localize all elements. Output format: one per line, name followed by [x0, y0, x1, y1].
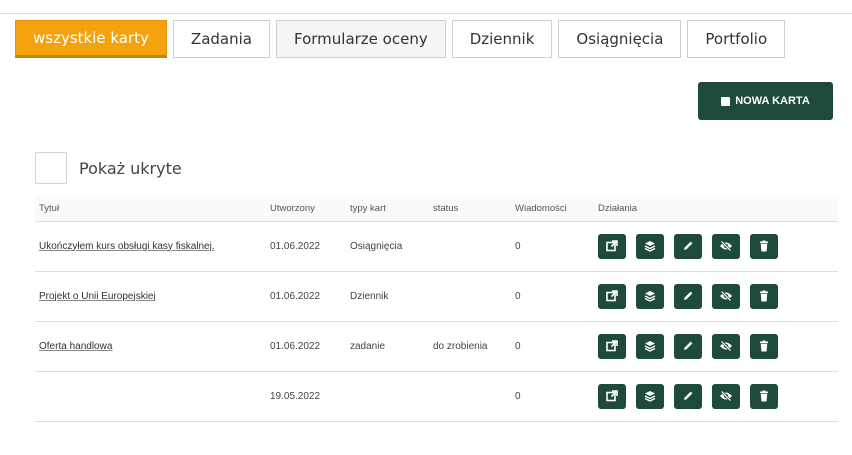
cell-actions: [598, 271, 838, 322]
cell-title: [35, 371, 270, 422]
edit-button[interactable]: [674, 383, 702, 409]
pencil-icon: [682, 340, 694, 352]
layers-icon: [644, 240, 656, 252]
hide-button[interactable]: [712, 233, 740, 259]
pencil-icon: [682, 240, 694, 252]
new-card-button[interactable]: NOWA KARTA: [698, 82, 833, 120]
layers-icon: [644, 340, 656, 352]
cell-actions: [598, 371, 838, 422]
delete-button[interactable]: [750, 383, 778, 409]
cell-created: 01.06.2022: [270, 221, 350, 272]
hide-button[interactable]: [712, 333, 740, 359]
edit-button[interactable]: [674, 283, 702, 309]
cell-title: Projekt o Unii Europejskiej: [35, 271, 270, 322]
trash-icon: [758, 290, 770, 302]
cell-status: do zrobienia: [433, 321, 515, 372]
row-actions: [598, 333, 838, 359]
cell-card-type: Dziennik: [350, 271, 433, 322]
trash-icon: [758, 390, 770, 402]
trash-icon: [758, 340, 770, 352]
cell-title: Oferta handlowa: [35, 321, 270, 372]
card-title-link[interactable]: Oferta handlowa: [39, 341, 112, 352]
eye-slash-icon: [719, 390, 733, 402]
cell-actions: [598, 321, 838, 372]
open-external-icon: [606, 290, 618, 302]
tab-tasks[interactable]: Zadania: [172, 20, 270, 58]
row-actions: [598, 383, 838, 409]
cards-table: Tytuł Utworzony typy kart status Wiadomo…: [35, 197, 838, 422]
copy-button[interactable]: [636, 383, 664, 409]
tab-portfolio[interactable]: Portfolio: [687, 20, 786, 58]
table-row: Projekt o Unii Europejskiej 01.06.2022 Dzi…: [35, 271, 838, 322]
open-button[interactable]: [598, 333, 626, 359]
cell-created: 19.05.2022: [270, 371, 350, 422]
delete-button[interactable]: [750, 283, 778, 309]
card-title-link[interactable]: Ukończyłem kurs obsługi kasy fiskalnej.: [39, 241, 215, 252]
header-card-types[interactable]: typy kart: [350, 197, 433, 222]
cell-status: [433, 221, 515, 272]
cell-status: [433, 371, 515, 422]
pencil-icon: [682, 390, 694, 402]
row-actions: [598, 233, 838, 259]
cell-created: 01.06.2022: [270, 321, 350, 372]
delete-button[interactable]: [750, 333, 778, 359]
trash-icon: [758, 240, 770, 252]
cell-messages: 0: [515, 321, 598, 372]
open-button[interactable]: [598, 383, 626, 409]
hide-button[interactable]: [712, 383, 740, 409]
cell-messages: 0: [515, 271, 598, 322]
show-hidden-label: Pokaż ukryte: [79, 158, 182, 178]
new-card-icon: [721, 96, 731, 106]
cell-title: Ukończyłem kurs obsługi kasy fiskalnej.: [35, 221, 270, 272]
cell-card-type: [350, 371, 433, 422]
eye-slash-icon: [719, 340, 733, 352]
header-actions: Działania: [598, 197, 838, 222]
open-button[interactable]: [598, 283, 626, 309]
cell-messages: 0: [515, 371, 598, 422]
eye-slash-icon: [719, 240, 733, 252]
copy-button[interactable]: [636, 233, 664, 259]
tab-achievements[interactable]: Osiągnięcia: [558, 20, 682, 58]
table-row: Oferta handlowa 01.06.2022 zadanie do zrobi…: [35, 321, 838, 372]
table-row: 19.05.2022 0: [35, 371, 838, 422]
hide-button[interactable]: [712, 283, 740, 309]
cell-card-type: zadanie: [350, 321, 433, 372]
header-messages[interactable]: Wiadomości: [515, 197, 598, 222]
table-row: Ukończyłem kurs obsługi kasy fiskalnej. 0…: [35, 221, 838, 272]
header-title[interactable]: Tytuł: [35, 197, 270, 222]
delete-button[interactable]: [750, 233, 778, 259]
row-actions: [598, 283, 838, 309]
card-title-link[interactable]: Projekt o Unii Europejskiej: [39, 291, 156, 302]
cell-card-type: Osiągnięcia: [350, 221, 433, 272]
copy-button[interactable]: [636, 283, 664, 309]
open-external-icon: [606, 340, 618, 352]
copy-button[interactable]: [636, 333, 664, 359]
tab-journal[interactable]: Dziennik: [451, 20, 553, 58]
card-tabs: wszystkie karty Zadania Formularze oceny…: [15, 20, 791, 58]
header-status[interactable]: status: [433, 197, 515, 222]
open-external-icon: [606, 240, 618, 252]
cell-messages: 0: [515, 221, 598, 272]
show-hidden-checkbox[interactable]: [35, 152, 67, 184]
tab-all-cards[interactable]: wszystkie karty: [15, 20, 167, 58]
cell-created: 01.06.2022: [270, 271, 350, 322]
new-card-label: NOWA KARTA: [735, 95, 810, 107]
header-created[interactable]: Utworzony: [270, 197, 350, 222]
tab-evaluation-forms[interactable]: Formularze oceny: [275, 20, 446, 58]
open-external-icon: [606, 390, 618, 402]
show-hidden-toggle: Pokaż ukryte: [35, 152, 182, 184]
edit-button[interactable]: [674, 333, 702, 359]
layers-icon: [644, 290, 656, 302]
edit-button[interactable]: [674, 233, 702, 259]
cell-actions: [598, 221, 838, 272]
table-header-row: Tytuł Utworzony typy kart status Wiadomo…: [35, 197, 838, 222]
layers-icon: [644, 390, 656, 402]
pencil-icon: [682, 290, 694, 302]
open-button[interactable]: [598, 233, 626, 259]
cell-status: [433, 271, 515, 322]
eye-slash-icon: [719, 290, 733, 302]
top-divider: [0, 13, 852, 14]
